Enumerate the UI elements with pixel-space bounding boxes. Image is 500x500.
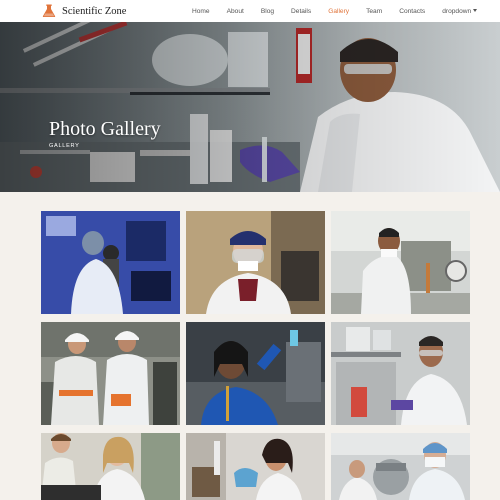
gallery-image[interactable]: [331, 322, 470, 425]
menu-item-details[interactable]: Details: [291, 8, 311, 15]
gallery-photo: [41, 211, 180, 314]
menu-item-home[interactable]: Home: [192, 8, 210, 15]
main-menu: Home About Blog Details Gallery Team Con…: [192, 0, 494, 22]
menu-item-team[interactable]: Team: [366, 8, 382, 15]
brand-name: Scientific Zone: [62, 5, 127, 17]
menu-item-dropdown[interactable]: dropdown: [442, 7, 478, 15]
navbar: Scientific Zone Home About Blog Details …: [0, 0, 500, 23]
dropdown-label: dropdown: [442, 7, 472, 15]
photo-gallery-grid: [0, 192, 500, 500]
gallery-image[interactable]: [41, 433, 180, 500]
menu-item-blog[interactable]: Blog: [261, 8, 274, 15]
page-subtitle: GALLERY: [49, 143, 80, 149]
flask-icon: [42, 4, 56, 17]
brand[interactable]: Scientific Zone: [42, 4, 126, 18]
gallery-image[interactable]: [331, 211, 470, 314]
lab-photo-image: [0, 22, 500, 192]
gallery-photo: [331, 211, 470, 314]
page-title: Photo Gallery: [49, 118, 161, 140]
gallery-photo: [331, 433, 470, 500]
hero-banner: Photo Gallery GALLERY: [0, 22, 500, 192]
gallery-photo: [186, 322, 325, 425]
gallery-photo: [331, 322, 470, 425]
gallery-photo: [186, 211, 325, 314]
gallery-image[interactable]: [331, 433, 470, 500]
gallery-photo: [186, 433, 325, 500]
gallery-image[interactable]: [186, 433, 325, 500]
menu-item-contacts[interactable]: Contacts: [399, 8, 425, 15]
gallery-photo: [41, 433, 180, 500]
menu-item-about[interactable]: About: [227, 8, 244, 15]
gallery-image[interactable]: [41, 211, 180, 314]
caret-down-icon: [473, 9, 478, 13]
gallery-photo: [41, 322, 180, 425]
menu-item-gallery[interactable]: Gallery: [328, 8, 349, 15]
gallery-image[interactable]: [186, 322, 325, 425]
gallery-image[interactable]: [41, 322, 180, 425]
gallery-image[interactable]: [186, 211, 325, 314]
